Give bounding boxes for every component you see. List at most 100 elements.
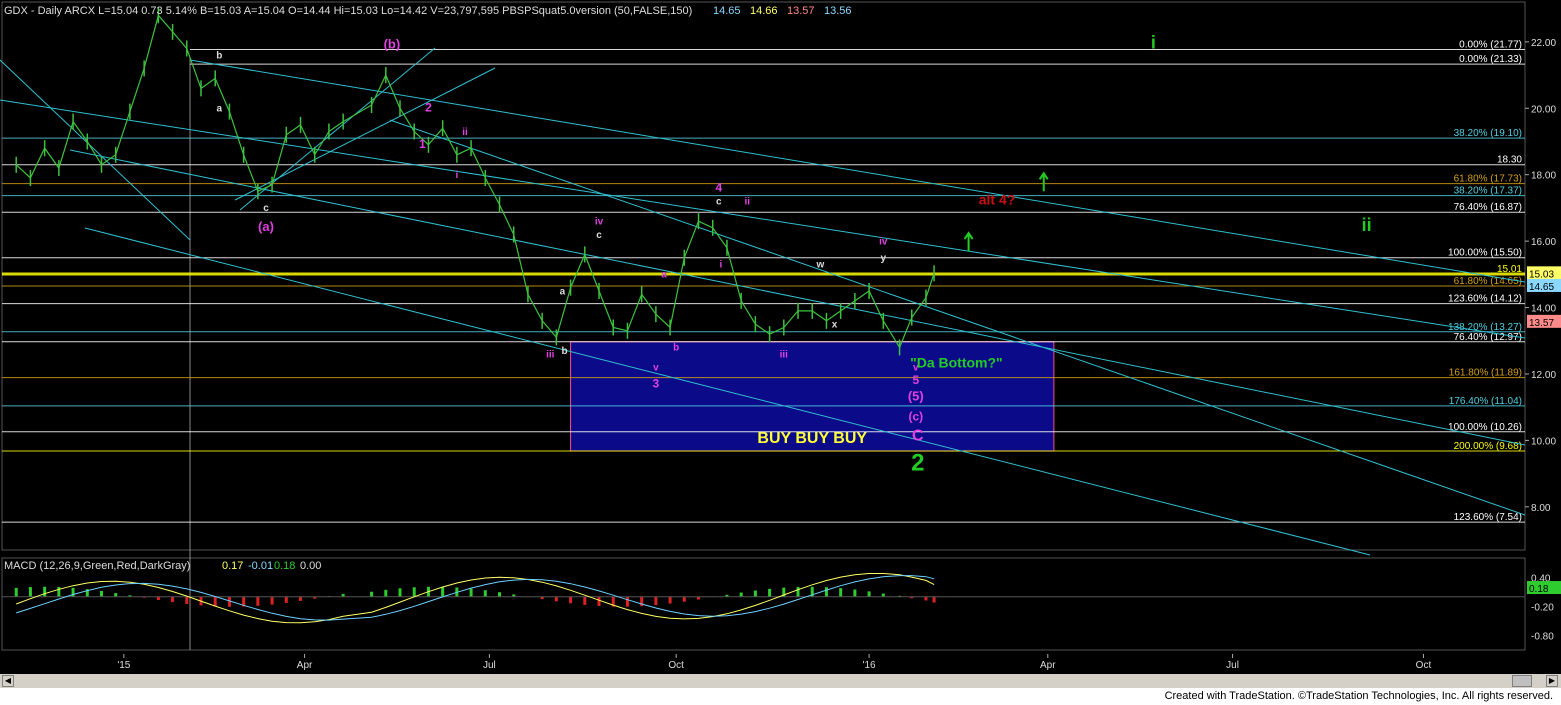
wave-label: (b) [384,36,401,51]
wave-label: ii [1362,215,1372,235]
trend-channel-line [0,59,191,241]
wave-label: ii [744,197,750,208]
macd-line [16,573,935,624]
trend-channel-line [189,59,1526,283]
header-indicator-value: 13.56 [824,5,852,17]
wave-label: 2 [425,101,432,115]
wave-label: ii [462,127,468,138]
level-label: 61.80% (17.73) [1454,174,1522,185]
chart-header: GDX - Daily ARCX L=15.04 0.73 5.14% B=15… [4,5,692,17]
wave-label: (5) [908,389,924,404]
header-indicator-value: 14.65 [713,5,741,17]
level-label: 38.20% (19.10) [1454,128,1522,139]
wave-label: c [263,203,269,214]
buy-zone-label: BUY BUY BUY [757,430,867,447]
wave-label: 3 [653,376,660,390]
macd-tick-label: -0.80 [1531,631,1554,642]
wave-label: alt 4? [979,192,1016,208]
macd-header-value: 0.00 [300,560,321,572]
wave-label: iv [879,236,888,247]
wave-label: i [1151,32,1156,52]
wave-label: 1 [419,137,426,151]
up-arrow [963,231,974,252]
wave-label: iv [595,217,604,228]
x-tick-label: '16 [863,660,876,671]
wave-label: i [455,170,458,181]
level-label: 123.60% (7.54) [1454,512,1522,523]
macd-header-value: 0.18 [274,560,295,572]
trend-channel-line [0,99,1526,339]
wave-label: 5 [912,373,919,387]
wave-label: c [716,197,722,208]
level-label: 0.00% (21.77) [1459,39,1522,50]
wave-label: iii [546,349,555,360]
wave-label: b [216,50,222,61]
level-label: 176.40% (11.04) [1449,396,1522,407]
header-indicator-value: 14.66 [750,5,778,17]
wave-label: 4 [715,180,722,194]
header-indicator-value: 13.57 [787,5,815,17]
level-label: 0.00% (21.33) [1459,54,1522,65]
level-label: 161.80% (11.89) [1449,368,1522,379]
x-tick-label: Jul [483,660,496,671]
x-tick-label: Apr [297,660,313,671]
price-panel-frame [1,1,1526,551]
wave-label: w [815,260,824,271]
level-label: 123.60% (14.12) [1448,294,1522,305]
wave-label: iii [780,349,789,360]
wave-label: (c) [908,409,923,423]
scroll-left-button[interactable]: ◀ [2,675,14,687]
price-tick-label: 16.00 [1531,237,1556,248]
macd-last-label: 0.18 [1529,584,1549,595]
price-tick-label: 10.00 [1531,436,1556,447]
scrollbar-thumb[interactable] [1512,675,1532,687]
x-tick-label: Jul [1226,660,1239,671]
macd-signal-line [16,575,935,621]
x-tick-label: Apr [1040,660,1056,671]
level-label: 18.30 [1497,155,1522,166]
price-tick-label: 18.00 [1531,171,1556,182]
last-price-label: 15.03 [1529,269,1554,280]
macd-header-value: 0.17 [222,560,243,572]
price-tick-label: 22.00 [1531,38,1556,49]
wave-label: a [560,286,566,297]
level-label: 76.40% (16.87) [1454,202,1522,213]
wave-label: b [673,343,679,354]
x-tick-label: '15 [117,660,130,671]
wave-label: C [912,427,924,444]
horizontal-scrollbar[interactable]: ◀ ▶ [0,674,1561,688]
scroll-right-button[interactable]: ▶ [1546,675,1558,687]
price-tick-label: 20.00 [1531,104,1556,115]
last-price-label: 14.65 [1529,282,1554,293]
macd-header: MACD (12,26,9,Green,Red,DarkGray) [4,560,190,572]
wave-label: b [561,346,567,357]
up-arrow [1038,171,1049,192]
wave-label: (a) [258,219,274,234]
wave-label: x [832,319,838,330]
price-tick-label: 8.00 [1531,503,1551,514]
wave-label: v [653,363,659,374]
level-label: 61.80% (14.65) [1454,276,1522,287]
macd-header-value: -0.01 [248,560,273,572]
wave-label: 2 [911,449,924,476]
trend-channel-line [84,227,1371,556]
price-tick-label: 12.00 [1531,370,1556,381]
x-tick-label: Oct [1416,660,1432,671]
wave-label: a [661,270,667,281]
level-label: 100.00% (15.50) [1448,248,1522,259]
trend-channel-line [389,119,1526,516]
wave-label: c [596,230,602,241]
wave-label: i [719,260,722,271]
price-tick-label: 14.00 [1531,304,1556,315]
last-price-label: 13.57 [1529,318,1554,329]
x-tick-label: Oct [668,660,684,671]
gdx-daily-chart: BUY BUY BUY0.00% (21.77)0.00% (21.33)38.… [0,1,1561,671]
level-label: 76.40% (12.97) [1454,332,1522,343]
wave-label: "Da Bottom?" [910,354,1003,370]
level-label: 15.01 [1497,264,1522,275]
footer-credit: Created with TradeStation. ©TradeStation… [0,688,1561,705]
level-label: 38.20% (17.37) [1454,186,1522,197]
level-label: 100.00% (10.26) [1448,422,1522,433]
wave-label: a [217,104,223,115]
wave-label: y [881,253,887,264]
